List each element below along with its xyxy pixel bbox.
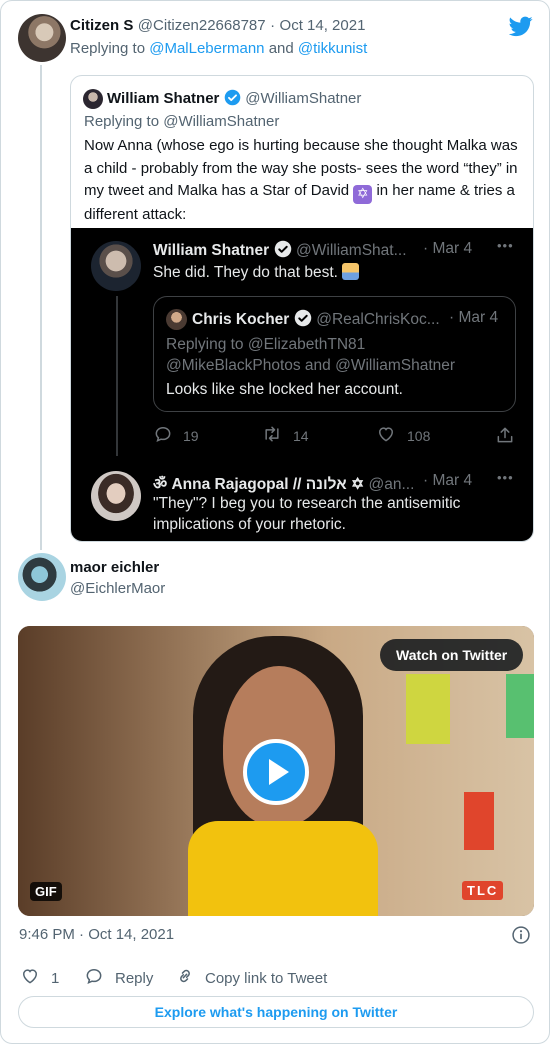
inner-reply-line-1: Replying to @ElizabethTN81 (166, 336, 366, 353)
like-count: 1 (51, 969, 60, 987)
window-green (506, 674, 534, 738)
gif-media[interactable]: Watch on Twitter GIF TLC (18, 626, 534, 916)
window-yellow (406, 674, 450, 744)
link-icon (175, 966, 195, 990)
replying-to: Replying to @MalLebermann and @tikkunist (70, 40, 367, 57)
post1-name: William Shatner (153, 242, 270, 259)
quoted-header: William Shatner @WilliamShatner (107, 89, 361, 108)
quoted-replying-to: Replying to @WilliamShatner (84, 113, 279, 130)
screenshot-retweet-stat: 14 (261, 424, 309, 447)
reply-label: Reply (115, 969, 154, 987)
star-of-david-emoji: ✡ (353, 185, 373, 204)
post2-text-line-1: "They"? I beg you to research the antise… (153, 495, 461, 512)
author-name[interactable]: Citizen S (70, 17, 133, 34)
quoted-author-handle: @WilliamShatner (245, 90, 362, 107)
replying-and: and (268, 40, 294, 57)
inner-text: Looks like she locked her account. (166, 381, 403, 398)
inner-quoted-post: Chris Kocher @RealChrisKoc... · Mar 4 Re… (153, 296, 516, 412)
post1-date: · Mar 4 (423, 240, 473, 257)
thread-connector (40, 65, 42, 550)
reply-icon (83, 966, 105, 990)
play-button[interactable] (243, 739, 309, 805)
twitter-bird-icon[interactable] (508, 14, 533, 38)
tweet-date[interactable]: Oct 14, 2021 (280, 17, 366, 34)
verified-badge-icon (294, 309, 312, 327)
mention-tikkunist[interactable]: @tikkunist (298, 40, 367, 57)
screenshot-likes: 108 (407, 427, 431, 444)
quoted-author-name: William Shatner (107, 90, 220, 107)
gif-badge: GIF (30, 882, 62, 901)
quoted-tweet[interactable]: William Shatner @WilliamShatner Replying… (70, 75, 534, 542)
reply-author-name[interactable]: maor eichler (70, 559, 159, 576)
post2-handle: @an... (368, 476, 415, 493)
post2-name: ॐ Anna Rajagopal // אלונה ✡ (153, 476, 365, 493)
inner-handle: @RealChrisKoc... (316, 311, 440, 328)
inner-name: Chris Kocher (192, 311, 290, 328)
window-red (464, 792, 494, 850)
embedded-tweet-card: Citizen S @Citizen22668787 · Oct 14, 202… (0, 0, 550, 1044)
explore-button[interactable]: Explore what's happening on Twitter (18, 996, 534, 1028)
author-handle[interactable]: @Citizen22668787 (138, 17, 266, 34)
screenshot-reply-stat: 19 (153, 424, 199, 447)
dark-screenshot-image: William Shatner @WilliamShat... · Mar 4 … (71, 228, 533, 541)
verified-badge-icon (274, 240, 292, 258)
person-top (188, 821, 378, 916)
heart-icon (375, 424, 397, 447)
post1-handle: @WilliamShat... (296, 242, 407, 259)
screenshot-replies: 19 (183, 427, 199, 444)
tweet-timestamp[interactable]: 9:46 PM · Oct 14, 2021 (19, 926, 174, 943)
tweet-header: Citizen S @Citizen22668787 · Oct 14, 202… (70, 17, 365, 35)
anna-avatar (91, 471, 141, 521)
quoted-replying-handle: @WilliamShatner (163, 113, 280, 130)
watch-on-twitter-button[interactable]: Watch on Twitter (380, 639, 524, 671)
tlc-logo: TLC (462, 881, 504, 900)
verified-badge-icon (224, 89, 241, 106)
screenshot-post1-header: William Shatner @WilliamShat... (153, 240, 407, 260)
quoted-replying-prefix: Replying to (84, 113, 160, 130)
post1-text: She did. They do that best. (153, 262, 360, 283)
reply-icon (153, 424, 173, 447)
dot-separator: · (270, 17, 276, 34)
retweet-icon (261, 424, 283, 447)
screenshot-post2-header: ॐ Anna Rajagopal // אלונה ✡ @an... (153, 472, 414, 494)
more-icon: ••• (497, 238, 514, 253)
citizen-s-avatar[interactable] (18, 14, 66, 62)
like-action[interactable]: 1 (19, 966, 59, 990)
inner-header: Chris Kocher @RealChrisKoc... (192, 309, 440, 329)
maor-eichler-avatar[interactable] (18, 553, 66, 601)
reply-action[interactable]: Reply (83, 966, 153, 990)
copy-link-label: Copy link to Tweet (205, 969, 328, 987)
shatner-avatar-small (83, 89, 103, 109)
shatner-avatar (91, 241, 141, 291)
post2-text-line-2: implications of your rhetoric. (153, 516, 346, 533)
post2-date: · Mar 4 (423, 472, 473, 489)
share-icon (495, 425, 515, 450)
post1-text-body: She did. They do that best. (153, 264, 338, 281)
screenshot-retweets: 14 (293, 427, 309, 444)
play-icon (269, 759, 289, 785)
screenshot-like-stat: 108 (375, 424, 430, 447)
more-icon: ••• (497, 470, 514, 485)
heart-icon (19, 966, 41, 990)
screenshot-thread-line (116, 296, 118, 456)
inner-reply-line-2: @MikeBlackPhotos and @WilliamShatner (166, 357, 456, 374)
info-icon[interactable] (511, 925, 531, 950)
copy-link-action[interactable]: Copy link to Tweet (175, 966, 327, 990)
chris-kocher-avatar (166, 309, 187, 330)
mention-mallebermann[interactable]: @MalLebermann (149, 40, 264, 57)
reply-author-handle[interactable]: @EichlerMaor (70, 580, 165, 597)
replying-prefix: Replying to (70, 40, 146, 57)
inner-date: · Mar 4 (449, 309, 499, 326)
quoted-tweet-text: Now Anna (whose ego is hurting because s… (84, 135, 524, 227)
shrug-emoji (342, 263, 360, 280)
